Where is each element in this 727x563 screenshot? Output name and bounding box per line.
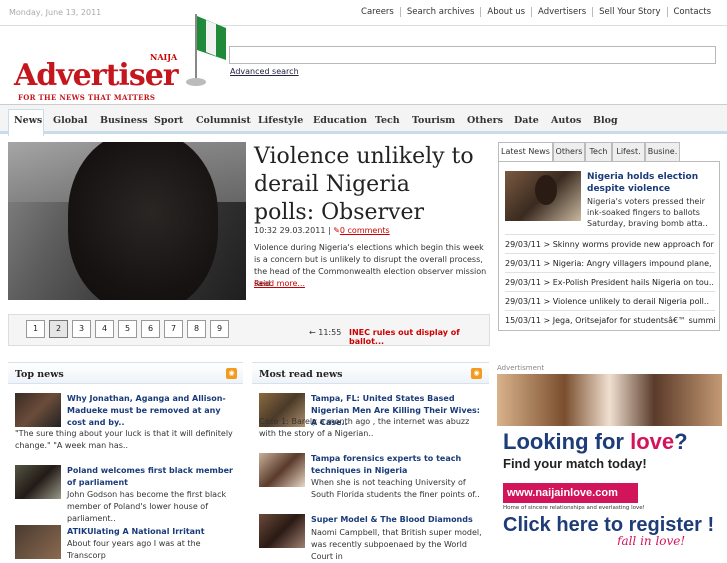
nav-columnist[interactable]: Columnist	[196, 115, 251, 126]
nav-global[interactable]: Global	[53, 115, 87, 126]
link-advertisers[interactable]: Advertisers	[531, 7, 592, 17]
ad-looking-text: Looking for	[503, 429, 631, 454]
hero-read-more[interactable]: Read more...	[254, 279, 305, 288]
pager-page-7[interactable]: 7	[164, 320, 183, 338]
nav-blog[interactable]: Blog	[593, 115, 618, 126]
pager-page-1[interactable]: 1	[26, 320, 45, 338]
pager-page-8[interactable]: 8	[187, 320, 206, 338]
news-thumbnail[interactable]	[259, 453, 305, 487]
pager-page-2[interactable]: 2	[49, 320, 68, 338]
ad-love-text: love	[630, 429, 675, 454]
nav-lifestyle[interactable]: Lifestyle	[258, 115, 303, 126]
nav-autos[interactable]: Autos	[551, 115, 581, 126]
top-bar: Monday, June 13, 2011 Careers Search arc…	[0, 0, 727, 26]
link-sell-your-story[interactable]: Sell Your Story	[592, 7, 666, 17]
news-summary: John Godson has become the first black m…	[67, 490, 227, 523]
most-read-heading: Most read news	[259, 369, 343, 380]
nav-tech[interactable]: Tech	[375, 115, 400, 126]
most-read-header: Most read news ◉	[252, 362, 489, 384]
news-thumbnail[interactable]	[15, 525, 61, 559]
nav-others[interactable]: Others	[467, 115, 503, 126]
link-search-archives[interactable]: Search archives	[399, 7, 481, 17]
slider-pager: 1 2 3 4 5 6 7 8 9 ← 11:55 INEC rules out…	[8, 314, 490, 346]
latest-news-item[interactable]: 29/03/11 > Ex-Polish President hails Nig…	[505, 272, 715, 287]
site-logo[interactable]: NAIJA Advertiser FOR THE NEWS THAT MATTE…	[14, 14, 226, 102]
flag-icon	[186, 14, 226, 86]
advanced-search-link[interactable]: Advanced search	[230, 67, 299, 76]
news-title[interactable]: Poland welcomes first black member of pa…	[67, 465, 239, 489]
news-thumbnail[interactable]	[259, 514, 305, 548]
search-input[interactable]	[229, 46, 716, 64]
ad-couples-photo	[497, 374, 722, 426]
top-news-header: Top news ◉	[8, 362, 243, 384]
news-title[interactable]: ATIKUlating A National Irritant	[67, 526, 239, 538]
latest-news-item[interactable]: 29/03/11 > Nigeria: Angry villagers impo…	[505, 253, 715, 268]
ticker-time: ← 11:55	[309, 328, 342, 337]
nav-tourism[interactable]: Tourism	[412, 115, 455, 126]
featured-image-figure	[535, 175, 557, 205]
pager-page-9[interactable]: 9	[210, 320, 229, 338]
nav-sport[interactable]: Sport	[154, 115, 183, 126]
featured-news-image[interactable]	[505, 171, 581, 221]
ad-small-print: Home of sincere relationships and everla…	[503, 505, 645, 511]
news-title[interactable]: Super Model & The Blood Diamonds	[311, 514, 483, 526]
news-tabs: Latest News Others Tech Lifest. Busine.	[498, 142, 720, 162]
logo-tagline: FOR THE NEWS THAT MATTERS	[18, 93, 156, 102]
top-links: Careers Search archives About us Adverti…	[355, 7, 717, 17]
pager-page-6[interactable]: 6	[141, 320, 160, 338]
link-contacts[interactable]: Contacts	[666, 7, 718, 17]
tab-business[interactable]: Busine.	[645, 142, 680, 162]
pager-page-4[interactable]: 4	[95, 320, 114, 338]
pencil-icon: ✎	[333, 226, 340, 235]
link-careers[interactable]: Careers	[355, 7, 400, 17]
hero-image[interactable]	[8, 142, 246, 300]
ad-url[interactable]: www.naijainlove.com	[503, 483, 638, 503]
link-about-us[interactable]: About us	[480, 7, 531, 17]
hero-timestamp: 10:32 29.03.2011 |	[254, 226, 334, 235]
advertisement-banner[interactable]: Looking for love? Find your match today!…	[497, 374, 722, 545]
news-title[interactable]: Tampa forensics experts to teach techniq…	[311, 453, 483, 477]
top-news-heading: Top news	[15, 369, 64, 380]
nav-education[interactable]: Education	[313, 115, 367, 126]
tab-latest-news[interactable]: Latest News	[498, 142, 553, 162]
tab-tech[interactable]: Tech	[585, 142, 612, 162]
featured-news-title[interactable]: Nigeria holds election despite violence	[587, 171, 715, 195]
pager-page-5[interactable]: 5	[118, 320, 137, 338]
main-nav: News Global Business Sport Columnist Lif…	[0, 104, 727, 136]
news-thumbnail[interactable]	[15, 465, 61, 499]
nav-news[interactable]: News	[14, 115, 42, 126]
ad-question-mark: ?	[674, 429, 688, 454]
advertisement-label: Advertisment	[497, 364, 545, 372]
news-title[interactable]: Why Jonathan, Aganga and Allison-Madueke…	[67, 393, 239, 429]
nav-date[interactable]: Date	[514, 115, 539, 126]
news-summary: When she is not teaching University of S…	[311, 478, 480, 499]
pager-page-3[interactable]: 3	[72, 320, 91, 338]
hero-meta: 10:32 29.03.2011 | ✎0 comments	[254, 226, 390, 235]
current-date: Monday, June 13, 2011	[9, 8, 102, 17]
latest-news-item[interactable]: 29/03/11 > Violence unlikely to derail N…	[505, 291, 715, 306]
rss-icon[interactable]: ◉	[226, 368, 237, 379]
news-summary: Naomi Campbell, that British super model…	[311, 528, 482, 561]
logo-name: Advertiser	[14, 58, 179, 93]
hero-image-portrait	[68, 142, 218, 300]
hero-title[interactable]: Violence unlikely to derail Nigeria poll…	[254, 143, 474, 227]
tab-lifestyle[interactable]: Lifest.	[612, 142, 645, 162]
ad-headline: Looking for love?	[503, 429, 688, 455]
rss-icon[interactable]: ◉	[471, 368, 482, 379]
tab-others[interactable]: Others	[553, 142, 585, 162]
news-thumbnail[interactable]	[15, 393, 61, 427]
featured-news-summary: Nigeria's voters pressed their ink-soake…	[587, 197, 708, 228]
news-summary: Case 1: Barely a month ago , the interne…	[259, 417, 470, 438]
nav-business[interactable]: Business	[100, 115, 148, 126]
latest-news-panel: Nigeria holds election despite violence …	[498, 161, 720, 331]
news-summary: "The sure thing about your luck is that …	[15, 429, 233, 450]
ad-script-text: fall in love!	[617, 534, 686, 545]
hero-comments-link[interactable]: 0 comments	[340, 226, 390, 235]
latest-news-item[interactable]: 15/03/11 > Jega, Oritsejafor for student…	[505, 310, 715, 325]
ad-subheadline: Find your match today!	[503, 456, 647, 471]
ticker-headline[interactable]: INEC rules out display of ballot...	[349, 328, 489, 346]
latest-news-item[interactable]: 29/03/11 > Skinny worms provide new appr…	[505, 234, 715, 249]
news-summary: About four years ago I was at the Transc…	[67, 539, 201, 560]
